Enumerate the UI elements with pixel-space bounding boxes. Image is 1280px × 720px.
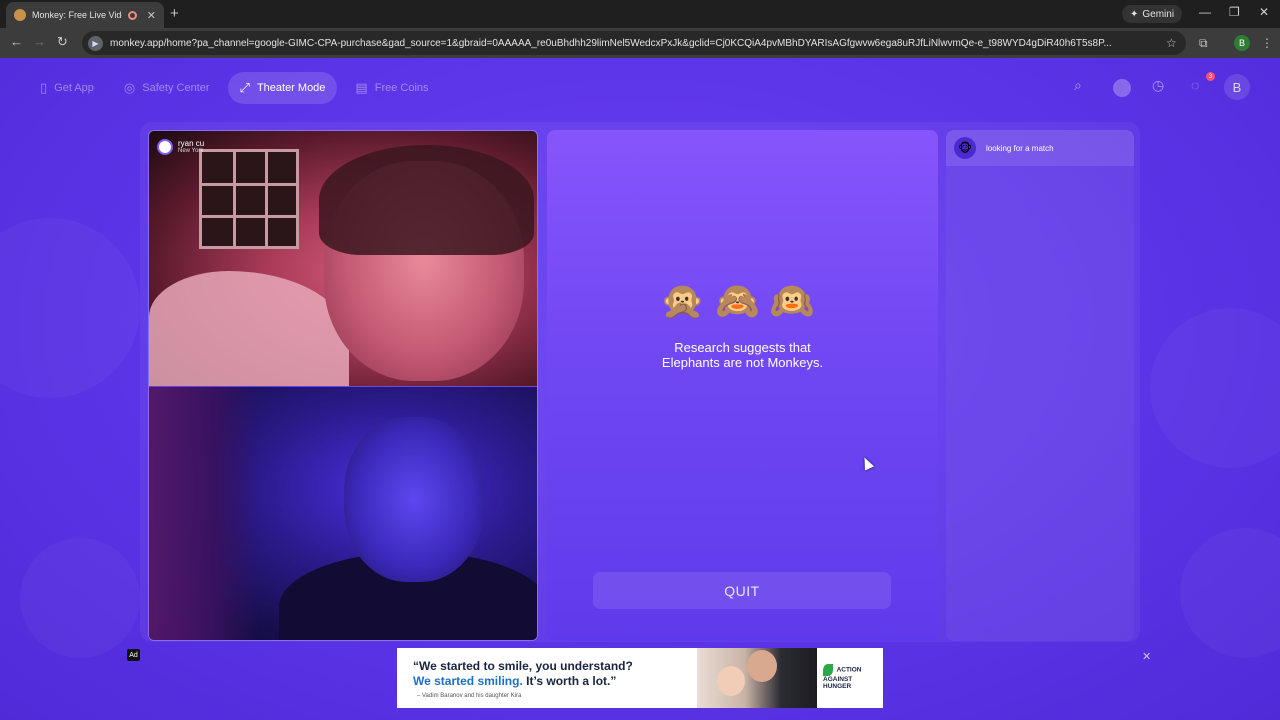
- browser-tabstrip: Monkey: Free Live Video Ch ✕ + ✦ Gemini …: [0, 0, 1280, 28]
- chat-panel: 🐵 looking for a match: [946, 130, 1134, 641]
- peer-name: ryan cu: [178, 139, 205, 148]
- match-status-text: looking for a match: [986, 143, 1054, 153]
- site-info-icon[interactable]: ▶: [88, 35, 103, 51]
- background-curtain: [149, 387, 259, 640]
- research-line-2: Elephants are not Monkeys.: [661, 355, 824, 370]
- nav-free-coins-label: Free Coins: [374, 82, 429, 94]
- window-grid-line: [202, 215, 296, 218]
- avatar: [1113, 79, 1131, 97]
- monkey-favicon-icon: [14, 9, 26, 21]
- notification-badge: 3: [1206, 72, 1215, 81]
- gemini-label: Gemini: [1142, 8, 1175, 20]
- background-decoration: [1150, 308, 1280, 468]
- tab-close-icon[interactable]: ✕: [147, 9, 156, 22]
- window-grid-line: [233, 152, 236, 246]
- video-feeds: ryan cu New York: [148, 130, 538, 641]
- minimize-icon[interactable]: —: [1199, 5, 1211, 19]
- nav-theater-mode-label: Theater Mode: [256, 82, 326, 94]
- remote-video[interactable]: ryan cu New York: [149, 131, 537, 386]
- shield-icon: ◎: [123, 80, 136, 95]
- browser-profile-avatar[interactable]: B: [1234, 35, 1250, 51]
- window-close-icon[interactable]: ✕: [1259, 5, 1269, 19]
- bookmark-star-icon[interactable]: ☆: [1166, 36, 1177, 50]
- window-grid-line: [265, 152, 268, 246]
- ad-brand-line-3: HUNGER: [823, 683, 852, 690]
- nav-safety-center-label: Safety Center: [142, 82, 210, 94]
- new-tab-button[interactable]: +: [170, 5, 179, 22]
- research-tip: Research suggests that Elephants are not…: [547, 340, 938, 370]
- ad-label: Ad: [127, 649, 140, 661]
- nav-theater-mode[interactable]: ⤢ Theater Mode: [227, 72, 338, 104]
- nav-free-coins[interactable]: ▤ Free Coins: [343, 72, 440, 104]
- local-person-face: [344, 417, 484, 582]
- back-icon[interactable]: ←: [10, 34, 23, 49]
- ad-photo: [697, 648, 817, 708]
- reload-icon[interactable]: ↻: [57, 34, 68, 50]
- monkey-page: ▯ Get App ◎ Safety Center ⤢ Theater Mode…: [0, 58, 1280, 720]
- peer-text: ryan cu New York: [178, 139, 204, 155]
- three-monkeys-emoji: 🙊🙈🙉: [660, 280, 825, 321]
- window-grid-line: [202, 183, 296, 186]
- phone-icon: ▯: [40, 80, 48, 95]
- ad-quote-highlight: We started smiling.: [413, 674, 523, 688]
- background-decoration: [20, 538, 140, 658]
- ad-brand-line-2: AGAINST: [823, 676, 853, 683]
- ad-photo-child: [717, 666, 745, 696]
- remote-person-shirt: [149, 271, 349, 386]
- local-video: [149, 387, 537, 640]
- ad-quote-rest: It’s worth a lot.”: [522, 674, 617, 688]
- nav-get-app[interactable]: ▯ Get App: [28, 72, 106, 104]
- sparkle-icon: ✦: [1130, 8, 1139, 20]
- address-bar[interactable]: ▶ monkey.app/home?pa_channel=google-GIMC…: [82, 31, 1186, 55]
- background-decoration: [1180, 528, 1280, 658]
- forward-icon[interactable]: →: [33, 34, 46, 49]
- background-window: [199, 149, 299, 249]
- browser-tab[interactable]: Monkey: Free Live Video Ch ✕: [6, 2, 164, 28]
- match-status: 🐵 looking for a match: [946, 130, 1134, 166]
- tab-title: Monkey: Free Live Video Ch: [32, 10, 122, 20]
- monkey-avatar-icon: 🐵: [954, 137, 976, 159]
- peer-avatar: [157, 139, 173, 155]
- expand-icon: ⤢: [239, 80, 250, 95]
- messages-icon[interactable]: ◌: [1191, 77, 1199, 93]
- peer-info: ryan cu New York: [157, 139, 204, 155]
- restore-icon[interactable]: ❐: [1229, 5, 1240, 19]
- ad-brand-line-1: ACTION: [836, 666, 862, 674]
- ad-close-icon[interactable]: ✕: [1142, 650, 1151, 663]
- browser-menu-icon[interactable]: ⋮: [1261, 36, 1273, 50]
- ad-quote: “We started to smile, you understand? We…: [413, 659, 633, 689]
- history-clock-icon[interactable]: ◷: [1152, 77, 1164, 94]
- ad-quote-line-2: We started smiling. It’s worth a lot.”: [413, 674, 633, 689]
- research-line-1: Research suggests that: [674, 340, 811, 355]
- background-decoration: [0, 218, 140, 398]
- ad-banner[interactable]: “We started to smile, you understand? We…: [397, 648, 883, 708]
- ad-quote-line-1: “We started to smile, you understand?: [413, 659, 633, 673]
- peer-location: New York: [178, 148, 204, 154]
- nav-safety-center[interactable]: ◎ Safety Center: [112, 72, 222, 104]
- ad-attribution: – Vadim Baranov and his daughter Kira: [417, 693, 522, 699]
- profile-avatar-icon[interactable]: [1113, 79, 1131, 97]
- coins-icon: ▤: [355, 80, 368, 95]
- gemini-button[interactable]: ✦ Gemini: [1122, 5, 1183, 23]
- user-menu-avatar[interactable]: B: [1224, 74, 1250, 100]
- url-text[interactable]: monkey.app/home?pa_channel=google-GIMC-C…: [110, 38, 1158, 49]
- search-icon[interactable]: ⌕: [1074, 77, 1082, 94]
- leaf-icon: [823, 664, 833, 676]
- remote-person-hair: [319, 145, 534, 255]
- nav-get-app-label: Get App: [54, 82, 94, 94]
- match-panel: 🙊🙈🙉 Research suggests that Elephants are…: [547, 130, 938, 641]
- quit-button[interactable]: QUIT: [593, 572, 891, 609]
- top-navigation: ▯ Get App ◎ Safety Center ⤢ Theater Mode…: [28, 72, 441, 104]
- ad-photo-father: [747, 650, 777, 682]
- screen-share-icon[interactable]: ⧉: [1199, 36, 1208, 51]
- recording-icon: [127, 10, 137, 20]
- browser-toolbar: ← → ↻ ▶ monkey.app/home?pa_channel=googl…: [0, 28, 1280, 58]
- ad-brand-logo: ACTION AGAINST HUNGER: [823, 664, 873, 690]
